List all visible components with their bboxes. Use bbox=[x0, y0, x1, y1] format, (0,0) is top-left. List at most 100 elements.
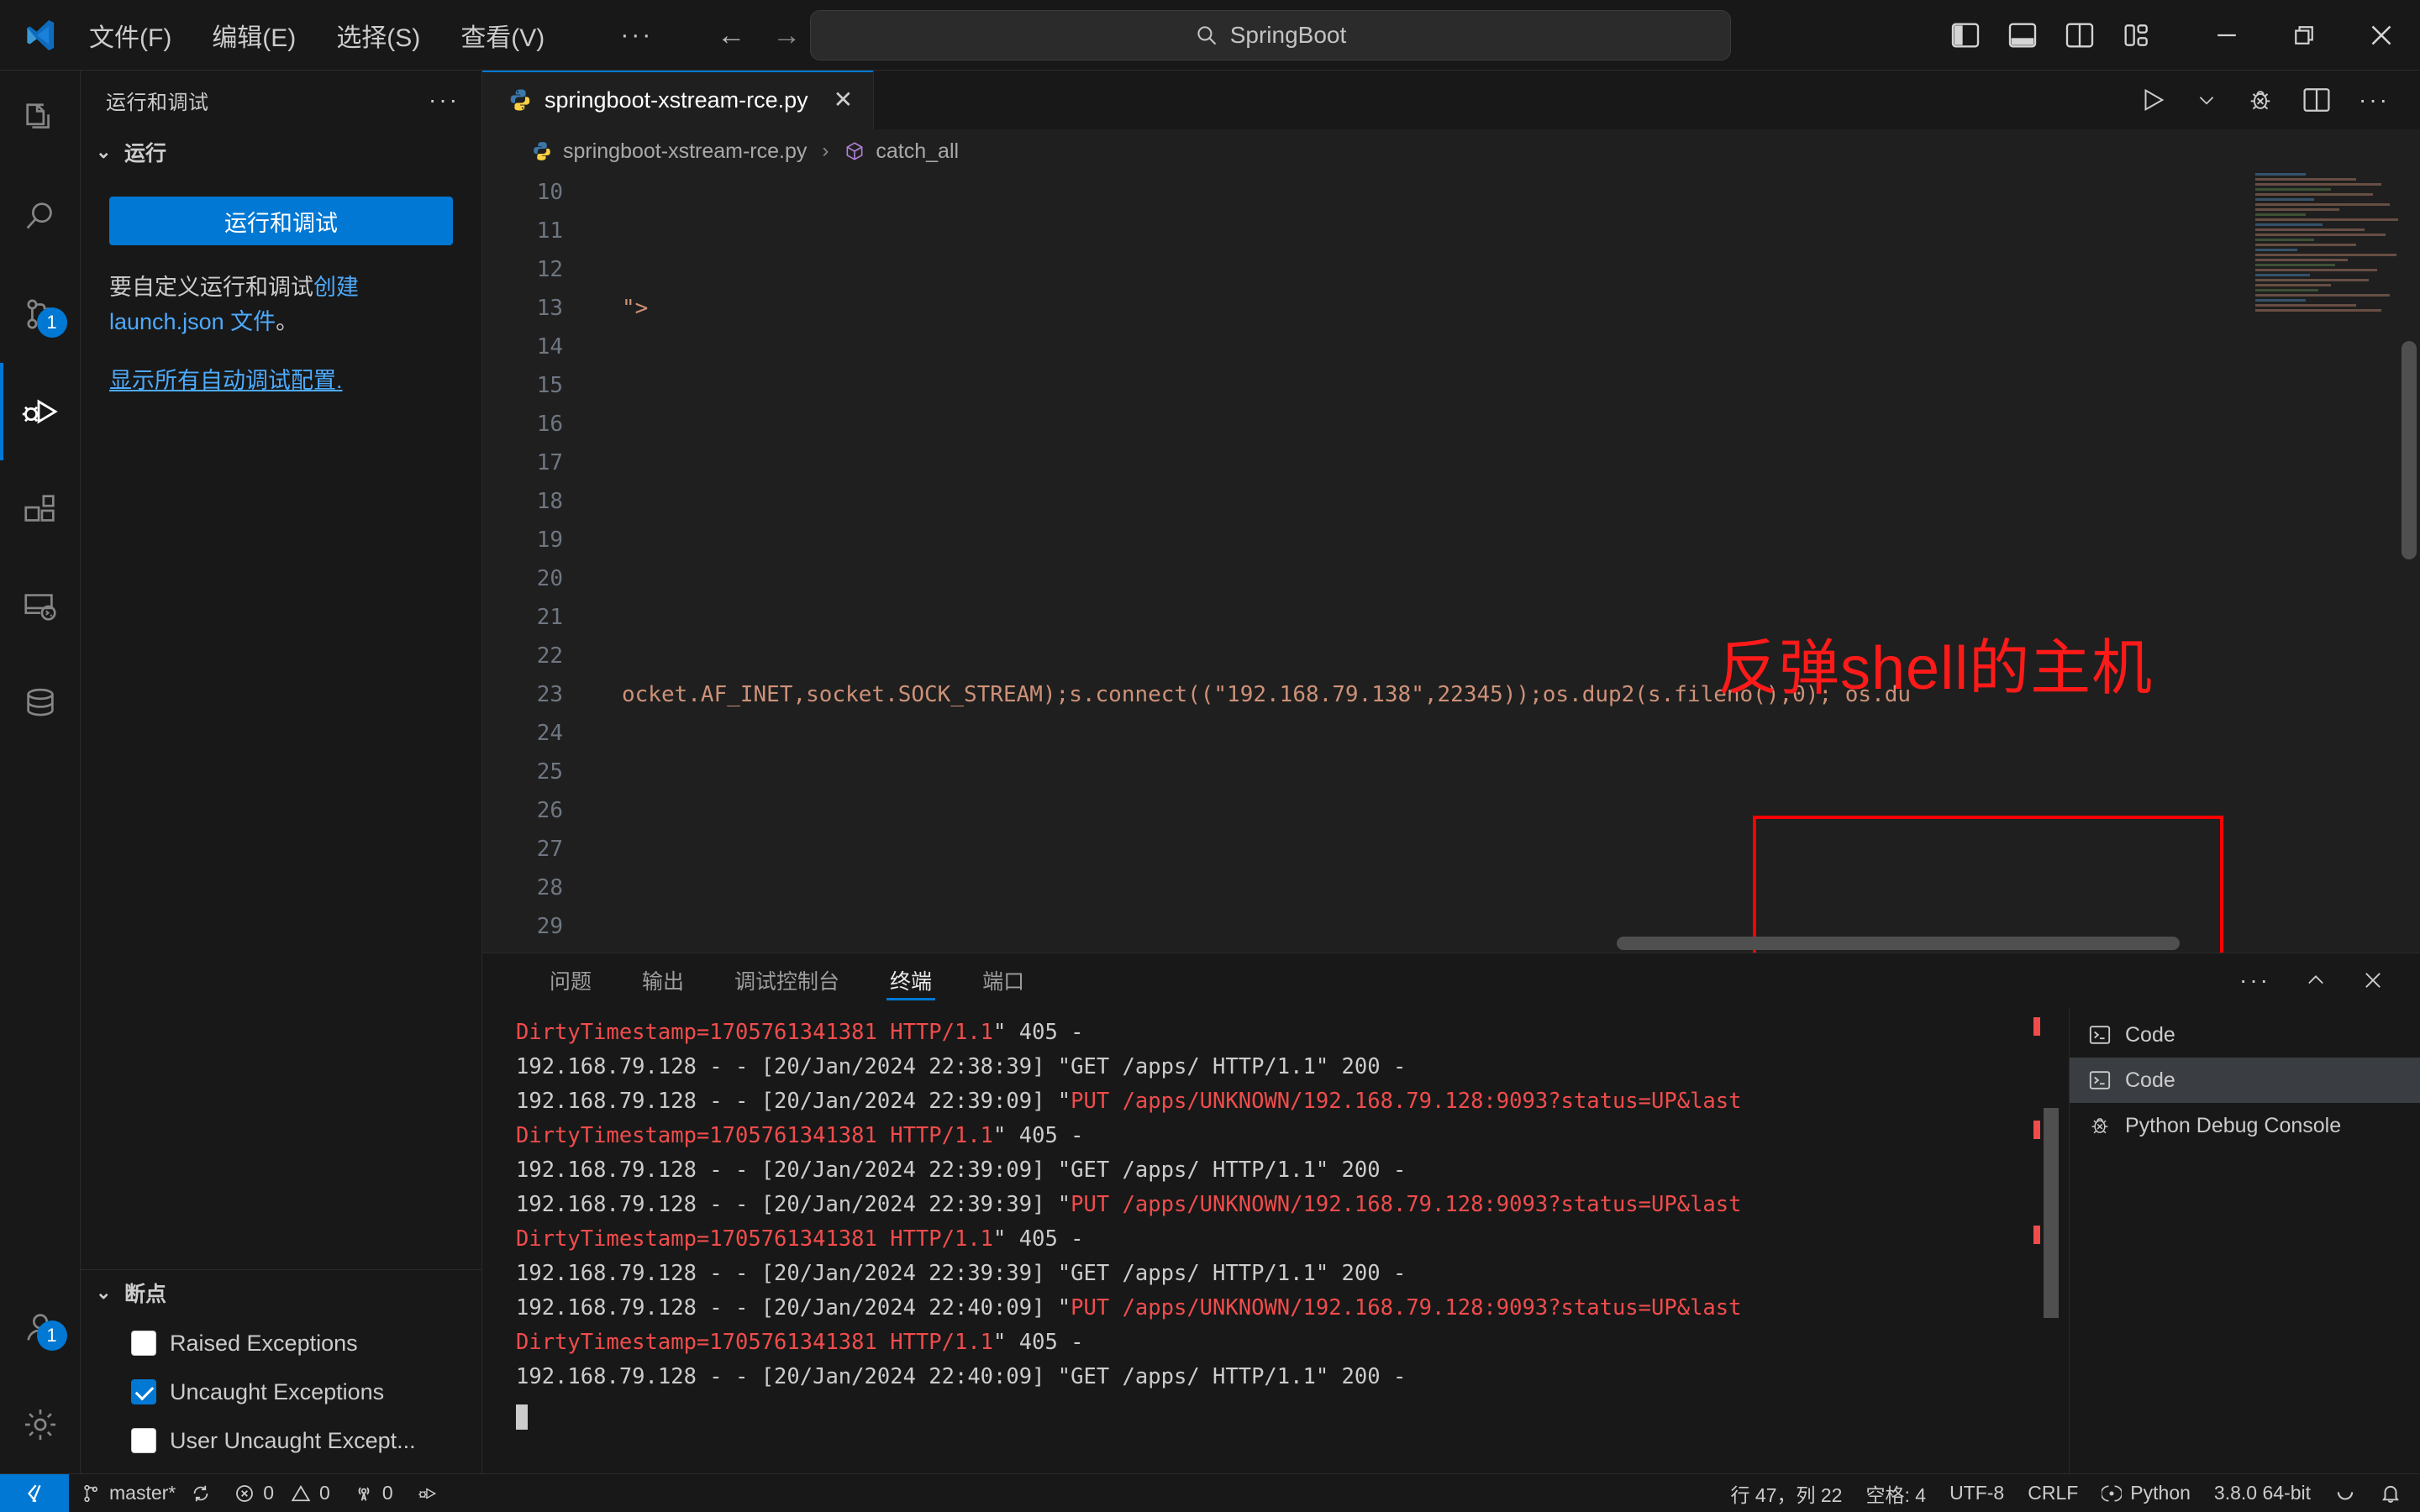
maximize-button[interactable] bbox=[2265, 0, 2343, 71]
user-uncaught-exceptions-checkbox[interactable] bbox=[131, 1428, 156, 1453]
code-editor[interactable]: 10 11 12 13 "> 14 15 16 17 18 19 20 21 22 23 ocket.AF_I… bbox=[482, 173, 2420, 953]
status-debug[interactable] bbox=[405, 1474, 450, 1512]
terminal-tab-python-debug-console[interactable]: Python Debug Console bbox=[2070, 1103, 2420, 1148]
sidebar-section-run[interactable]: ⌄ 运行 bbox=[81, 129, 481, 175]
status-problems[interactable]: 0 0 bbox=[223, 1474, 342, 1512]
status-indentation[interactable]: 空格: 4 bbox=[1854, 1474, 1938, 1512]
panel-tab-problems[interactable]: 问题 bbox=[531, 953, 610, 1007]
scrollbar-thumb[interactable] bbox=[2402, 341, 2417, 559]
activitybar-item-settings[interactable] bbox=[0, 1376, 81, 1473]
search-input[interactable]: SpringBoot bbox=[810, 10, 1731, 60]
run-and-debug-button[interactable]: 运行和调试 bbox=[109, 197, 453, 245]
status-branch[interactable]: master* bbox=[69, 1474, 223, 1512]
activitybar-item-search[interactable] bbox=[0, 168, 81, 265]
status-language-mode[interactable]: Python bbox=[2090, 1474, 2202, 1512]
minimize-button[interactable] bbox=[2188, 0, 2265, 71]
terminal-tabs-list: Code Code Python Debug Console bbox=[2069, 1007, 2420, 1473]
activitybar-item-accounts[interactable]: 1 bbox=[0, 1278, 81, 1376]
run-python-file-icon[interactable] bbox=[2139, 86, 2167, 114]
code-line[interactable]: 19 bbox=[482, 521, 2420, 559]
status-encoding[interactable]: UTF-8 bbox=[1938, 1474, 2016, 1512]
more-actions-icon[interactable]: ··· bbox=[2359, 87, 2390, 113]
menu-selection[interactable]: 选择(S) bbox=[334, 13, 422, 57]
chevron-up-icon[interactable] bbox=[2304, 969, 2328, 992]
code-line[interactable]: 13 "> bbox=[482, 289, 2420, 328]
code-line[interactable]: 18 bbox=[482, 482, 2420, 521]
panel-tab-debug-console[interactable]: 调试控制台 bbox=[716, 953, 858, 1007]
code-line[interactable]: 20 bbox=[482, 559, 2420, 598]
editor-horizontal-scrollbar[interactable] bbox=[482, 934, 2420, 953]
terminal-line: DirtyTimestamp=1705761341381 HTTP/1.1" 4… bbox=[516, 1326, 2069, 1360]
status-notifications-bell-icon[interactable] bbox=[2368, 1474, 2413, 1512]
activitybar-item-remote-explorer[interactable] bbox=[0, 558, 81, 655]
toggle-primary-sidebar-icon[interactable] bbox=[1951, 23, 1980, 48]
code-line[interactable]: 12 bbox=[482, 250, 2420, 289]
activitybar-item-extensions[interactable] bbox=[0, 460, 81, 558]
close-icon[interactable]: ✕ bbox=[834, 88, 853, 112]
code-line[interactable]: 25 bbox=[482, 753, 2420, 791]
status-interpreter[interactable]: 3.8.0 64-bit bbox=[2202, 1474, 2323, 1512]
terminal-tab-code-1[interactable]: Code bbox=[2070, 1012, 2420, 1058]
more-actions-icon[interactable]: ··· bbox=[2239, 967, 2270, 994]
tab-springboot-xstream-rce-py[interactable]: springboot-xstream-rce.py ✕ bbox=[482, 71, 875, 129]
terminal-tab-code-2[interactable]: Code bbox=[2070, 1058, 2420, 1103]
menu-more-icon[interactable]: ··· bbox=[620, 21, 653, 50]
status-ports[interactable]: 0 bbox=[342, 1474, 405, 1512]
scrollbar-thumb[interactable] bbox=[1617, 937, 2180, 950]
panel-tab-terminal[interactable]: 终端 bbox=[871, 953, 950, 1007]
activitybar-item-explorer[interactable] bbox=[0, 71, 81, 168]
breakpoint-user-uncaught-exceptions[interactable]: User Uncaught Except... bbox=[81, 1416, 481, 1465]
code-line[interactable]: 14 bbox=[482, 328, 2420, 366]
go-forward-icon[interactable]: → bbox=[772, 21, 801, 50]
scrollbar-thumb[interactable] bbox=[2044, 1108, 2059, 1318]
chevron-down-icon[interactable] bbox=[2196, 89, 2217, 111]
panel-tab-output[interactable]: 输出 bbox=[623, 953, 702, 1007]
raised-exceptions-checkbox[interactable] bbox=[131, 1331, 156, 1356]
remote-window-indicator[interactable] bbox=[0, 1473, 69, 1512]
code-line[interactable]: 17 bbox=[482, 444, 2420, 482]
editor-vertical-scrollbar[interactable] bbox=[2398, 173, 2420, 953]
terminal-output[interactable]: DirtyTimestamp=1705761341381 HTTP/1.1" 4… bbox=[482, 1007, 2069, 1473]
close-button[interactable] bbox=[2343, 0, 2420, 71]
code-line[interactable]: 10 bbox=[482, 173, 2420, 212]
status-cursor-position[interactable]: 行 47，列 22 bbox=[1719, 1474, 1854, 1512]
menu-view[interactable]: 查看(V) bbox=[459, 13, 546, 57]
toggle-secondary-sidebar-icon[interactable] bbox=[2065, 23, 2094, 48]
customize-hint-suffix: 。 bbox=[276, 308, 299, 334]
breadcrumb-symbol[interactable]: catch_all bbox=[876, 139, 959, 164]
breakpoints-header[interactable]: ⌄ 断点 bbox=[81, 1270, 481, 1315]
breakpoint-uncaught-exceptions[interactable]: Uncaught Exceptions bbox=[81, 1368, 481, 1416]
menu-file[interactable]: 文件(F) bbox=[87, 13, 173, 57]
command-center[interactable]: SpringBoot bbox=[810, 10, 1731, 60]
menu-edit[interactable]: 编辑(E) bbox=[210, 13, 297, 57]
code-line[interactable]: 11 bbox=[482, 212, 2420, 250]
panel-actions: ··· bbox=[2239, 953, 2420, 1007]
activitybar-item-run-and-debug[interactable] bbox=[0, 363, 81, 460]
show-all-automatic-debug-configurations-link[interactable]: 显示所有自动调试配置. bbox=[109, 368, 343, 393]
customize-layout-icon[interactable] bbox=[2123, 23, 2151, 48]
breadcrumb-file[interactable]: springboot-xstream-rce.py bbox=[563, 139, 807, 164]
code-line[interactable]: 16 bbox=[482, 405, 2420, 444]
status-bar: master* 0 0 0 行 47，列 22 空格: 4 UTF-8 CRLF… bbox=[0, 1473, 2420, 1512]
vscode-window: 文件(F) 编辑(E) 选择(S) 查看(V) ··· ← → SpringBo… bbox=[0, 0, 2420, 1512]
uncaught-exceptions-checkbox[interactable] bbox=[131, 1379, 156, 1404]
sidebar-more-icon[interactable]: ··· bbox=[429, 87, 460, 113]
status-eol[interactable]: CRLF bbox=[2016, 1474, 2090, 1512]
activitybar-item-source-control[interactable]: 1 bbox=[0, 265, 81, 363]
terminal-text-segment: PUT /apps/UNKNOWN/192.168.79.128:9093?st… bbox=[1071, 1192, 1742, 1217]
sync-icon[interactable] bbox=[191, 1483, 211, 1504]
terminal-line: 192.168.79.128 - - [20/Jan/2024 22:39:39… bbox=[516, 1257, 2069, 1291]
breakpoint-raised-exceptions[interactable]: Raised Exceptions bbox=[81, 1319, 481, 1368]
code-line[interactable]: 15 bbox=[482, 366, 2420, 405]
close-icon[interactable] bbox=[2361, 969, 2385, 992]
split-editor-icon[interactable] bbox=[2303, 87, 2330, 113]
panel-tab-ports[interactable]: 端口 bbox=[964, 953, 1043, 1007]
status-spinner-icon[interactable] bbox=[2323, 1474, 2368, 1512]
debug-icon[interactable] bbox=[2246, 86, 2275, 114]
activitybar-item-database[interactable] bbox=[0, 655, 81, 753]
editor-actions: ··· bbox=[2139, 71, 2420, 129]
terminal-scrollbar[interactable] bbox=[2044, 1007, 2059, 1473]
code-line[interactable]: 24 bbox=[482, 714, 2420, 753]
go-back-icon[interactable]: ← bbox=[717, 21, 745, 50]
toggle-panel-icon[interactable] bbox=[2008, 23, 2037, 48]
